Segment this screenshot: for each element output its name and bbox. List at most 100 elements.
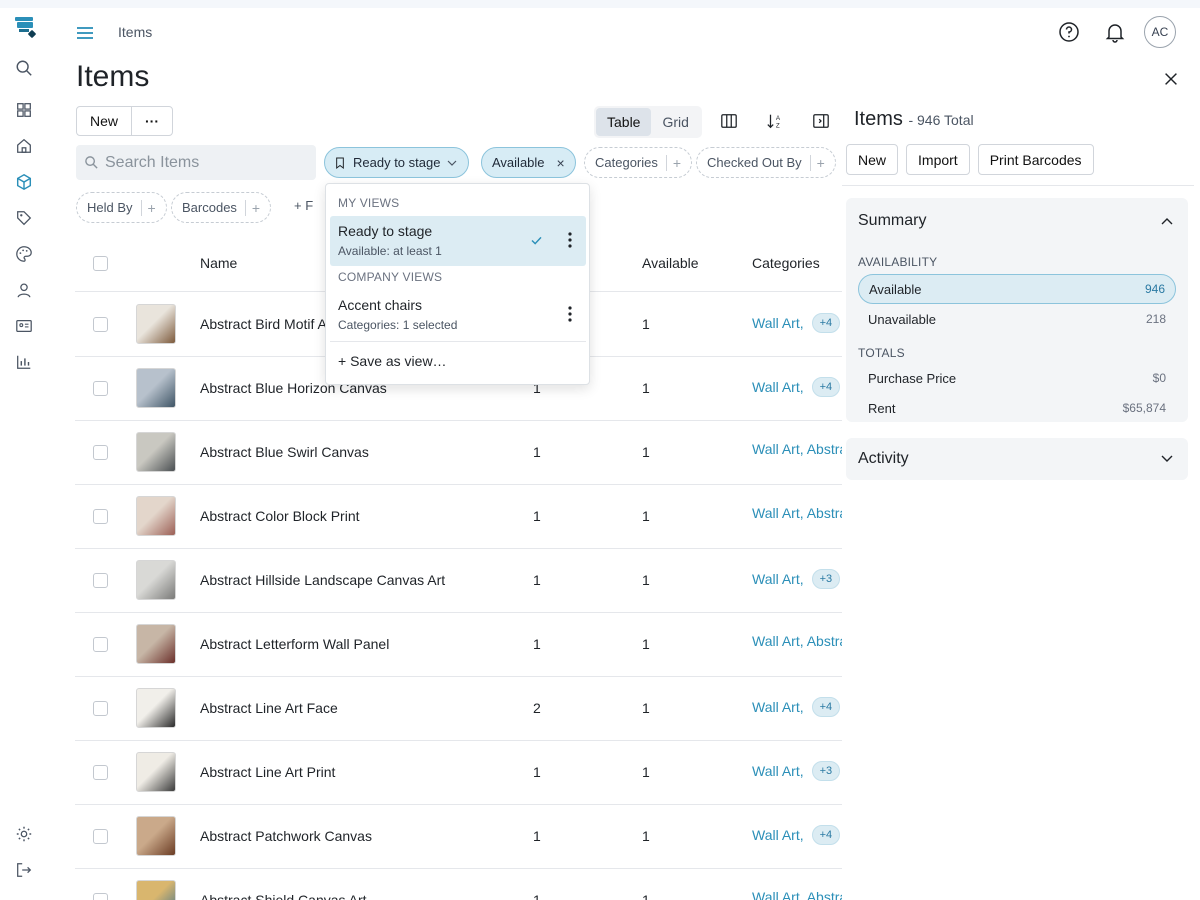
save-as-view-button[interactable]: + Save as view… <box>338 353 447 369</box>
item-thumbnail[interactable] <box>136 624 176 664</box>
row-checkbox[interactable] <box>93 573 108 588</box>
item-name[interactable]: Abstract Letterform Wall Panel <box>200 636 389 652</box>
box-icon[interactable] <box>14 172 34 192</box>
table-row[interactable]: Abstract Patchwork Canvas 1 1 Wall Art, +… <box>75 805 842 869</box>
bell-icon[interactable] <box>1103 20 1127 44</box>
row-checkbox[interactable] <box>93 445 108 460</box>
item-thumbnail[interactable] <box>136 368 176 408</box>
item-thumbnail[interactable] <box>136 752 176 792</box>
item-name[interactable]: Abstract Line Art Face <box>200 700 338 716</box>
menu-icon[interactable] <box>74 24 96 42</box>
category-link[interactable]: Wall Art, <box>752 763 804 779</box>
item-thumbnail[interactable] <box>136 688 176 728</box>
grid-view-tab[interactable]: Grid <box>651 108 699 136</box>
help-circle-icon[interactable] <box>1057 20 1081 44</box>
item-name[interactable]: Abstract Patchwork Canvas <box>200 828 372 844</box>
row-checkbox[interactable] <box>93 317 108 332</box>
settings-icon[interactable] <box>14 824 34 844</box>
print-barcodes-button[interactable]: Print Barcodes <box>977 144 1094 175</box>
table-row[interactable]: Abstract Shield Canvas Art 1 1 Wall Art,… <box>75 869 842 900</box>
row-checkbox[interactable] <box>93 509 108 524</box>
chevron-down-icon[interactable] <box>1160 452 1174 466</box>
row-checkbox[interactable] <box>93 829 108 844</box>
item-thumbnail[interactable] <box>136 304 176 344</box>
categories-column-header[interactable]: Categories <box>752 255 820 271</box>
category-count-badge[interactable]: +4 <box>811 377 841 397</box>
available-column-header[interactable]: Available <box>642 255 699 271</box>
row-checkbox[interactable] <box>93 701 108 716</box>
user-icon[interactable] <box>14 280 34 300</box>
category-link[interactable]: Wall Art, <box>752 379 804 395</box>
side-panel-icon[interactable] <box>810 110 832 132</box>
item-name[interactable]: Abstract Color Block Print <box>200 508 360 524</box>
saved-view-chip[interactable]: Ready to stage <box>324 147 470 178</box>
item-thumbnail[interactable] <box>136 816 176 856</box>
item-thumbnail[interactable] <box>136 880 176 900</box>
dashboard-icon[interactable] <box>14 100 34 120</box>
search-icon[interactable] <box>14 58 34 78</box>
category-count-badge[interactable]: +4 <box>811 697 841 717</box>
category-count-badge[interactable]: +3 <box>811 569 841 589</box>
logout-icon[interactable] <box>14 860 34 880</box>
item-name[interactable]: Abstract Line Art Print <box>200 764 335 780</box>
row-checkbox[interactable] <box>93 637 108 652</box>
category-link[interactable]: Wall Art, Abstra <box>752 505 842 521</box>
category-link[interactable]: Wall Art, <box>752 571 804 587</box>
category-count-badge[interactable]: +4 <box>811 313 841 333</box>
category-count-badge[interactable]: +3 <box>811 761 841 781</box>
available-stat[interactable]: Available 946 <box>858 274 1176 304</box>
item-thumbnail[interactable] <box>136 432 176 472</box>
category-link[interactable]: Wall Art, <box>752 699 804 715</box>
panel-new-button[interactable]: New <box>846 144 899 175</box>
palette-icon[interactable] <box>14 244 34 264</box>
home-icon[interactable] <box>14 136 34 156</box>
table-view-tab[interactable]: Table <box>596 108 652 136</box>
table-row[interactable]: Abstract Line Art Print 1 1 Wall Art, +3 <box>75 741 842 805</box>
table-row[interactable]: Abstract Hillside Landscape Canvas Art 1… <box>75 549 842 613</box>
item-thumbnail[interactable] <box>136 560 176 600</box>
row-checkbox[interactable] <box>93 893 108 900</box>
category-link[interactable]: Wall Art, Abstra <box>752 441 842 457</box>
search-input[interactable] <box>105 153 305 172</box>
columns-icon[interactable] <box>718 110 740 132</box>
category-link[interactable]: Wall Art, Abstra <box>752 889 842 900</box>
unavailable-stat[interactable]: Unavailable 218 <box>858 304 1176 334</box>
category-link[interactable]: Wall Art, <box>752 827 804 843</box>
item-name[interactable]: Abstract Hillside Landscape Canvas Art <box>200 572 445 588</box>
tag-icon[interactable] <box>14 208 34 228</box>
app-logo[interactable] <box>12 14 38 40</box>
remove-filter-icon[interactable]: × <box>557 155 565 171</box>
category-link[interactable]: Wall Art, <box>752 315 804 331</box>
table-row[interactable]: Abstract Blue Swirl Canvas 1 1 Wall Art,… <box>75 421 842 485</box>
name-column-header[interactable]: Name <box>200 255 237 271</box>
activity-card[interactable]: Activity <box>846 438 1188 480</box>
kebab-menu-icon[interactable] <box>568 306 572 322</box>
item-name[interactable]: Abstract Blue Swirl Canvas <box>200 444 369 460</box>
new-item-button[interactable]: New <box>77 107 131 135</box>
table-row[interactable]: Abstract Line Art Face 2 1 Wall Art, +4 <box>75 677 842 741</box>
categories-filter-chip[interactable]: Categories + <box>584 147 693 178</box>
table-row[interactable]: Abstract Letterform Wall Panel 1 1 Wall … <box>75 613 842 677</box>
held-by-filter-chip[interactable]: Held By + <box>76 192 167 223</box>
available-filter-chip[interactable]: Available × <box>481 147 576 178</box>
breadcrumb[interactable]: Items <box>118 24 152 40</box>
avatar[interactable]: AC <box>1144 16 1176 48</box>
table-row[interactable]: Abstract Color Block Print 1 1 Wall Art,… <box>75 485 842 549</box>
kebab-menu-icon[interactable] <box>568 232 572 248</box>
row-checkbox[interactable] <box>93 765 108 780</box>
barcodes-filter-chip[interactable]: Barcodes + <box>171 192 272 223</box>
row-checkbox[interactable] <box>93 381 108 396</box>
select-all-checkbox[interactable] <box>93 256 108 271</box>
chevron-up-icon[interactable] <box>1160 214 1174 228</box>
category-link[interactable]: Wall Art, Abstra <box>752 633 842 649</box>
id-card-icon[interactable] <box>14 316 34 336</box>
view-item-accent-chairs[interactable]: Accent chairs Categories: 1 selected <box>330 290 586 340</box>
add-filter-button[interactable]: + F <box>294 198 313 213</box>
import-button[interactable]: Import <box>906 144 970 175</box>
checked-out-by-filter-chip[interactable]: Checked Out By + <box>696 147 836 178</box>
item-name[interactable]: Abstract Shield Canvas Art <box>200 892 367 900</box>
item-thumbnail[interactable] <box>136 496 176 536</box>
view-item-ready-to-stage[interactable]: Ready to stage Available: at least 1 <box>330 216 586 266</box>
item-name[interactable]: Abstract Bird Motif A <box>200 316 327 332</box>
category-count-badge[interactable]: +4 <box>811 825 841 845</box>
